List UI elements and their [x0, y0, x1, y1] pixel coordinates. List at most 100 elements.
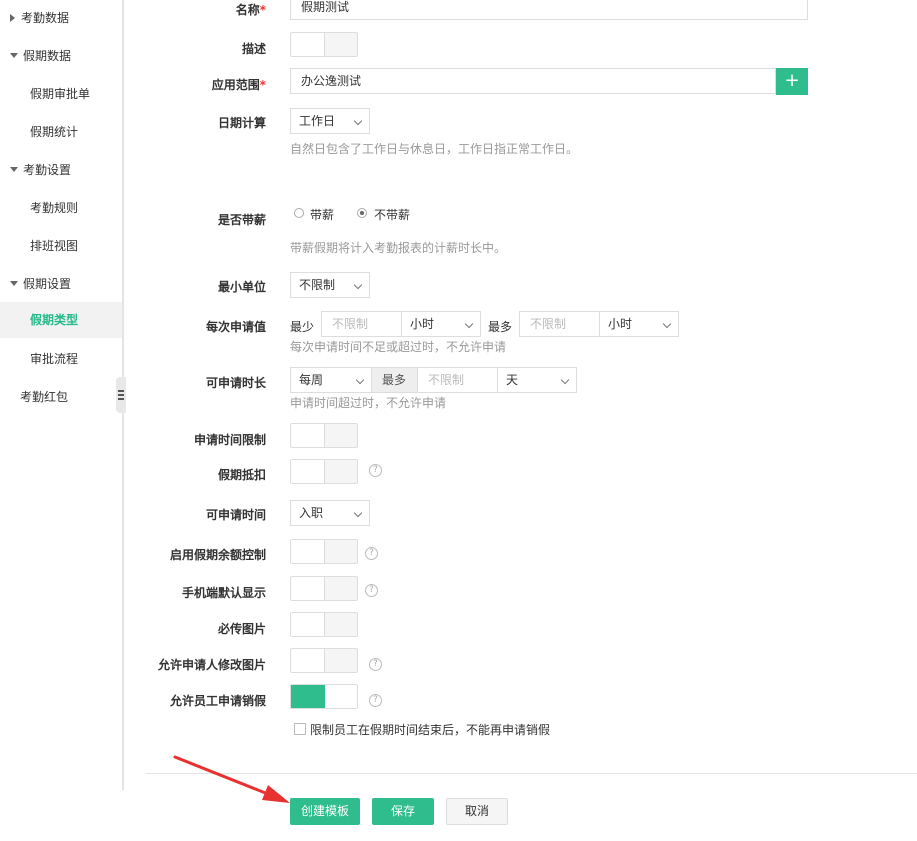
description-toggle[interactable] [290, 32, 358, 57]
select-value: 不限制 [299, 278, 336, 292]
duration-hint: 申请时间超过时，不允许申请 [290, 396, 447, 410]
sidebar-item-label: 考勤红包 [20, 390, 69, 404]
scope-input[interactable]: 办公逸测试 [290, 68, 776, 94]
balance-control-label: 启用假期余额控制 [169, 548, 266, 562]
select-value: 天 [506, 373, 519, 387]
sidebar-item-label: 考勤设置 [23, 163, 72, 177]
apply-time-select[interactable]: 入职 [290, 500, 370, 526]
toggle-knob [291, 577, 325, 600]
sidebar-item-label: 假期设置 [23, 277, 72, 291]
per-request-max-label: 最多 [488, 320, 513, 334]
cancel-button[interactable]: 取消 [446, 798, 508, 825]
sidebar-item-approval-flow[interactable]: 审批流程 [0, 341, 122, 377]
sidebar-item-attendance-rules[interactable]: 考勤规则 [0, 190, 122, 226]
per-request-max-unit-select[interactable]: 小时 [599, 311, 679, 337]
date-calc-select[interactable]: 工作日 [290, 108, 370, 134]
toggle-knob [291, 613, 325, 636]
date-calc-label: 日期计算 [217, 116, 266, 130]
name-label: 名称* [235, 3, 266, 17]
sidebar-item-label: 假期数据 [23, 49, 72, 63]
sidebar-item-label: 假期类型 [30, 313, 79, 327]
caret-down-icon [10, 53, 18, 58]
time-limit-label: 申请时间限制 [193, 433, 266, 447]
sidebar-item-label: 考勤规则 [30, 201, 79, 215]
date-calc-hint: 自然日包含了工作日与休息日，工作日指正常工作日。 [290, 142, 579, 156]
chevron-down-icon [464, 319, 474, 329]
per-request-label: 每次申请值 [205, 320, 266, 334]
select-value: 入职 [299, 506, 324, 520]
modify-image-label: 允许申请人修改图片 [157, 658, 266, 672]
sidebar-item-attendance-redpacket[interactable]: 考勤红包 [0, 379, 122, 415]
scope-label: 应用范围* [211, 78, 266, 92]
name-input[interactable]: 假期测试 [290, 0, 808, 20]
require-image-label: 必传图片 [217, 622, 266, 636]
per-request-min-input[interactable]: 不限制 [321, 311, 402, 337]
sidebar-item-leave-approvals[interactable]: 假期审批单 [0, 76, 122, 112]
paid-radio[interactable] [294, 208, 304, 218]
chevron-down-icon [353, 116, 363, 126]
plus-icon: + [784, 70, 800, 91]
duration-period-select[interactable]: 每周 [290, 367, 372, 393]
sidebar-item-leave-stats[interactable]: 假期统计 [0, 114, 122, 150]
help-icon[interactable]: ? [365, 584, 378, 597]
help-icon[interactable]: ? [369, 658, 382, 671]
cancel-restrict-checkbox[interactable] [294, 723, 306, 735]
sidebar-item-attendance-data[interactable]: 考勤数据 [0, 0, 122, 36]
cancel-leave-label: 允许员工申请销假 [169, 694, 266, 708]
toggle-knob [291, 540, 325, 563]
duration-max-input[interactable]: 不限制 [417, 367, 498, 393]
min-unit-label: 最小单位 [217, 280, 266, 294]
create-template-button[interactable]: 创建模板 [290, 798, 360, 825]
per-request-hint: 每次申请时间不足或超过时，不允许申请 [290, 340, 507, 354]
time-limit-toggle[interactable] [290, 423, 358, 448]
paid-hint: 带薪假期将计入考勤报表的计薪时长中。 [290, 241, 507, 255]
cancel-leave-toggle[interactable] [290, 684, 358, 709]
toggle-knob [291, 33, 325, 56]
per-request-max-input[interactable]: 不限制 [519, 311, 600, 337]
help-icon[interactable]: ? [369, 694, 382, 707]
caret-down-icon [10, 281, 18, 286]
sidebar-item-attendance-settings[interactable]: 考勤设置 [0, 152, 122, 188]
select-value: 小时 [410, 317, 435, 331]
balance-control-toggle[interactable] [290, 539, 358, 564]
sidebar-item-leave-data[interactable]: 假期数据 [0, 38, 122, 74]
deduct-toggle[interactable] [290, 459, 358, 484]
per-request-min-unit-select[interactable]: 小时 [401, 311, 481, 337]
unpaid-radio[interactable] [357, 208, 367, 218]
chevron-down-icon [355, 375, 365, 385]
chevron-down-icon [353, 508, 363, 518]
caret-down-icon [10, 167, 18, 172]
toggle-knob [291, 685, 325, 708]
mobile-default-toggle[interactable] [290, 576, 358, 601]
sidebar: 考勤数据 假期数据 假期审批单 假期统计 考勤设置 考勤规则 排班视图 假期设置… [0, 0, 124, 790]
sidebar-item-leave-settings[interactable]: 假期设置 [0, 266, 122, 302]
footer-divider [146, 773, 917, 774]
select-value: 每周 [299, 373, 324, 387]
select-value: 工作日 [299, 114, 336, 128]
paid-option-label: 带薪 [310, 208, 335, 222]
sidebar-item-label: 考勤数据 [21, 11, 70, 25]
help-icon[interactable]: ? [369, 464, 382, 477]
require-image-toggle[interactable] [290, 612, 358, 637]
min-unit-select[interactable]: 不限制 [290, 272, 370, 298]
toggle-knob [291, 460, 325, 483]
toggle-knob [291, 424, 325, 447]
add-scope-button[interactable]: + [776, 68, 808, 95]
sidebar-item-leave-types[interactable]: 假期类型 [0, 302, 122, 338]
apply-time-label: 可申请时间 [205, 508, 266, 522]
sidebar-item-shift-view[interactable]: 排班视图 [0, 228, 122, 264]
chevron-down-icon [560, 375, 570, 385]
modify-image-toggle[interactable] [290, 648, 358, 673]
duration-unit-select[interactable]: 天 [497, 367, 577, 393]
help-icon[interactable]: ? [365, 547, 378, 560]
description-label: 描述 [241, 42, 266, 56]
save-button[interactable]: 保存 [372, 798, 434, 825]
sidebar-item-label: 假期审批单 [30, 87, 91, 101]
sidebar-item-label: 排班视图 [30, 239, 79, 253]
duration-max-tag: 最多 [371, 367, 418, 393]
unpaid-option-label: 不带薪 [374, 208, 411, 222]
per-request-min-label: 最少 [290, 320, 315, 334]
cancel-restrict-label: 限制员工在假期时间结束后，不能再申请销假 [310, 723, 551, 737]
sidebar-item-label: 审批流程 [30, 352, 79, 366]
select-value: 小时 [608, 317, 633, 331]
